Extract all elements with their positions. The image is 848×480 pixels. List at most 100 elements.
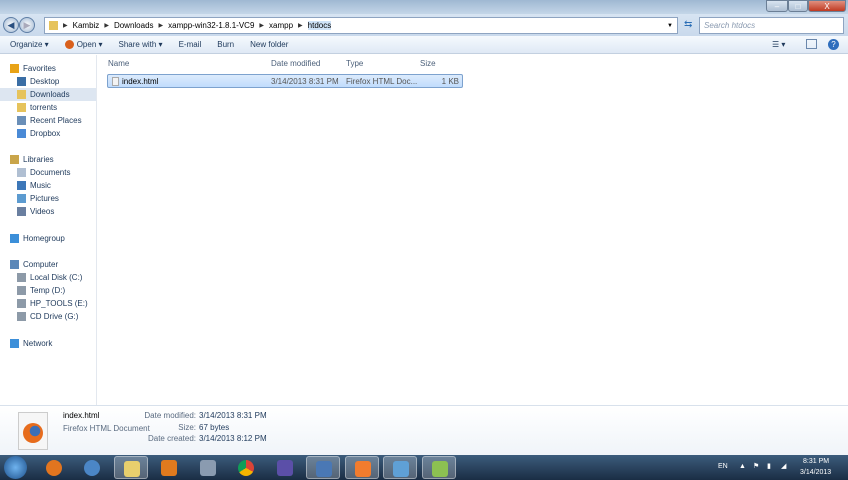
taskbar-app2[interactable] [268, 456, 302, 479]
sidebar-item-hp-tools-e[interactable]: HP_TOOLS (E:) [0, 297, 96, 310]
sidebar-item-homegroup[interactable]: Homegroup [0, 232, 96, 245]
sidebar-item-documents[interactable]: Documents [0, 166, 96, 179]
taskbar-remote-desktop[interactable] [383, 456, 417, 479]
column-header-date[interactable]: Date modified [271, 59, 320, 68]
taskbar-media-player[interactable] [152, 456, 186, 479]
sidebar-item-favorites[interactable]: Favorites [0, 62, 96, 75]
column-header-type[interactable]: Type [346, 59, 363, 68]
view-options-icon[interactable]: ☰ ▾ [772, 40, 785, 49]
drive-icon [17, 299, 26, 308]
navigation-pane: Favorites Desktop Downloads torrents Recent … [0, 55, 97, 405]
music-icon [17, 181, 26, 190]
clock-date[interactable]: 3/14/2013 [800, 469, 831, 476]
search-input[interactable]: Search htdocs [699, 17, 844, 34]
date-created-label: Date created: [147, 434, 196, 443]
file-type: Firefox HTML Doc... [346, 77, 418, 86]
sidebar-item-torrents[interactable]: torrents [0, 101, 96, 114]
breadcrumb-separator[interactable]: ▶ [63, 22, 68, 29]
app-icon [277, 460, 293, 476]
sidebar-item-local-disk-c[interactable]: Local Disk (C:) [0, 271, 96, 284]
detail-filename: index.html [63, 411, 100, 420]
firefox-icon [64, 40, 74, 50]
sidebar-item-label: HP_TOOLS (E:) [30, 299, 88, 308]
close-button[interactable]: X [808, 0, 846, 12]
sidebar-item-recent-places[interactable]: Recent Places [0, 114, 96, 127]
sidebar-item-label: Temp (D:) [30, 286, 66, 295]
sidebar-item-label: Documents [30, 168, 71, 177]
refresh-icon[interactable]: ⇆ [684, 19, 692, 30]
maximize-button[interactable]: □ [788, 0, 808, 12]
breadcrumb-downloads[interactable]: Downloads [114, 21, 154, 30]
thunderbird-icon [84, 460, 100, 476]
breadcrumb-separator[interactable]: ▶ [159, 22, 164, 29]
detail-filetype: Firefox HTML Document [63, 424, 150, 433]
column-header-size[interactable]: Size [420, 59, 436, 68]
sidebar-item-label: Pictures [30, 194, 59, 203]
taskbar-thunderbird[interactable] [75, 456, 109, 479]
new-folder-button[interactable]: New folder [250, 40, 288, 49]
media-player-icon [161, 460, 177, 476]
breadcrumb-xampp[interactable]: xampp [269, 21, 293, 30]
email-button[interactable]: E-mail [179, 40, 202, 49]
drive-icon [17, 273, 26, 282]
signal-icon[interactable]: ◢ [781, 462, 786, 470]
address-row: ◀ ▶ ▶ Kambiz ▶ Downloads ▶ xampp-win32-1… [0, 14, 848, 36]
sidebar-item-downloads[interactable]: Downloads [0, 88, 96, 101]
sidebar-item-label: torrents [30, 103, 58, 112]
homegroup-icon [10, 234, 19, 243]
column-header-name[interactable]: Name [108, 59, 129, 68]
share-with-button[interactable]: Share with ▾ [119, 40, 163, 49]
taskbar-firefox[interactable] [37, 456, 71, 479]
power-icon[interactable]: ▮ [767, 462, 771, 470]
organize-button[interactable]: Organize ▾ [10, 40, 49, 49]
start-button[interactable] [4, 456, 27, 479]
breadcrumb-separator[interactable]: ▶ [259, 22, 264, 29]
file-list: Name Date modified Type Size index.html … [98, 55, 848, 405]
burn-button[interactable]: Burn [217, 40, 234, 49]
size-value: 67 bytes [199, 423, 230, 432]
preview-pane-icon[interactable] [806, 39, 817, 49]
file-row[interactable]: index.html 3/14/2013 8:31 PM Firefox HTM… [107, 74, 463, 88]
sidebar-item-libraries[interactable]: Libraries [0, 153, 96, 166]
sidebar-item-label: Downloads [30, 90, 70, 99]
address-dropdown-icon[interactable]: ▼ [667, 23, 673, 29]
breadcrumb-xampp-win32[interactable]: xampp-win32-1.8.1-VC9 [168, 21, 254, 30]
sidebar-item-dropbox[interactable]: Dropbox [0, 127, 96, 140]
clock-time[interactable]: 8:31 PM [803, 458, 829, 465]
file-name: index.html [122, 77, 159, 86]
sidebar-item-temp-d[interactable]: Temp (D:) [0, 284, 96, 297]
file-size: 1 KB [441, 77, 459, 86]
open-button[interactable]: Open ▾ [64, 40, 103, 50]
sidebar-item-network[interactable]: Network [0, 337, 96, 350]
breadcrumb-separator[interactable]: ▶ [104, 22, 109, 29]
computer-icon [10, 260, 19, 269]
back-button[interactable]: ◀ [3, 17, 19, 33]
show-hidden-icons[interactable]: ▲ [739, 463, 746, 470]
forward-button[interactable]: ▶ [19, 17, 35, 33]
breadcrumb-kambiz[interactable]: Kambiz [73, 21, 100, 30]
taskbar-xampp[interactable] [345, 456, 379, 479]
command-bar: Organize ▾ Open ▾ Share with ▾ E-mail Bu… [0, 36, 848, 54]
taskbar-video-editor[interactable] [306, 456, 340, 479]
breadcrumb-separator[interactable]: ▶ [298, 22, 303, 29]
sidebar-item-label: Desktop [30, 77, 60, 86]
sidebar-item-desktop[interactable]: Desktop [0, 75, 96, 88]
taskbar: EN ▲ ⚑ ▮ ◢ 8:31 PM 3/14/2013 [0, 455, 848, 480]
address-bar[interactable]: ▶ Kambiz ▶ Downloads ▶ xampp-win32-1.8.1… [44, 17, 678, 34]
language-indicator[interactable]: EN [718, 463, 728, 470]
network-icon [10, 339, 19, 348]
minimize-button[interactable]: – [766, 0, 788, 12]
sidebar-item-computer[interactable]: Computer [0, 258, 96, 271]
sidebar-item-videos[interactable]: Videos [0, 205, 96, 218]
sidebar-item-music[interactable]: Music [0, 179, 96, 192]
breadcrumb-htdocs[interactable]: htdocs [307, 21, 332, 30]
chrome-icon [238, 460, 254, 476]
flag-icon[interactable]: ⚑ [753, 462, 759, 470]
help-icon[interactable]: ? [828, 39, 839, 50]
taskbar-app[interactable] [191, 456, 225, 479]
sidebar-item-cd-drive-g[interactable]: CD Drive (G:) [0, 310, 96, 323]
taskbar-notepad[interactable] [422, 456, 456, 479]
taskbar-explorer[interactable] [114, 456, 148, 479]
sidebar-item-pictures[interactable]: Pictures [0, 192, 96, 205]
taskbar-chrome[interactable] [229, 456, 263, 479]
